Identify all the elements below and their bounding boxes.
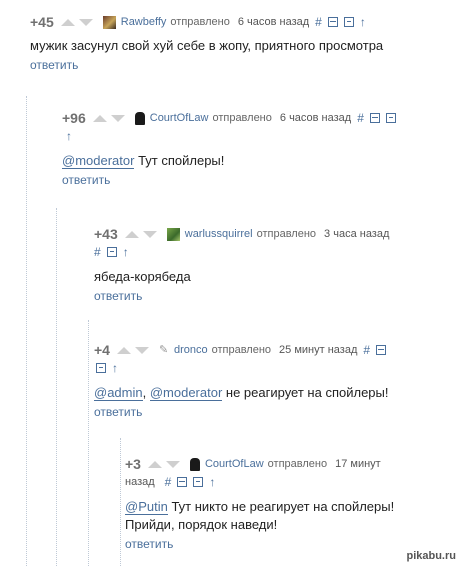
- save-icon[interactable]: [106, 247, 117, 257]
- reply-button[interactable]: ответить: [125, 536, 394, 552]
- parent-arrow-icon[interactable]: ↑: [209, 476, 215, 488]
- sent-label: отправлено: [267, 458, 328, 470]
- save-icon[interactable]: [385, 113, 396, 123]
- collapse-icon[interactable]: [327, 17, 338, 27]
- thread-line: [88, 320, 89, 566]
- reply-button[interactable]: ответить: [94, 404, 388, 420]
- collapse-icon[interactable]: [369, 113, 380, 123]
- timestamp: 17 минут: [335, 458, 381, 470]
- username[interactable]: CourtOfLaw: [150, 112, 209, 124]
- parent-arrow-icon[interactable]: ↑: [112, 362, 118, 374]
- comment-text: Прийди, порядок наведи!: [125, 517, 278, 532]
- parent-arrow-icon[interactable]: ↑: [360, 16, 366, 28]
- permalink-icon[interactable]: #: [357, 112, 364, 124]
- save-icon[interactable]: [343, 17, 354, 27]
- username[interactable]: Rawbeffy: [121, 16, 167, 28]
- comment-rating: +3: [125, 456, 141, 472]
- username[interactable]: dronco: [174, 344, 208, 356]
- comment-text: ябеда-корябеда: [94, 269, 191, 284]
- permalink-icon[interactable]: #: [165, 476, 172, 488]
- parent-arrow-icon[interactable]: ↑: [66, 130, 72, 142]
- comment-header: +4 ✎ dronco отправлено 25 минут назад #: [94, 340, 388, 360]
- username[interactable]: CourtOfLaw: [205, 458, 264, 470]
- parent-arrow-icon[interactable]: ↑: [123, 246, 129, 258]
- collapse-icon[interactable]: [177, 477, 188, 487]
- comment: +96 CourtOfLaw отправлено 6 часов назад …: [62, 108, 396, 188]
- comment-header-wrap: ↑: [62, 128, 396, 144]
- avatar[interactable]: [189, 457, 200, 471]
- save-icon[interactable]: [193, 477, 204, 487]
- timestamp: назад: [125, 476, 155, 488]
- upvote-icon[interactable]: [124, 230, 139, 238]
- comment: +43 warlussquirrel отправлено 3 часа наз…: [94, 224, 389, 304]
- sent-label: отправлено: [256, 228, 317, 240]
- sent-label: отправлено: [211, 344, 272, 356]
- permalink-icon[interactable]: #: [363, 344, 370, 356]
- comment-sep: ,: [142, 385, 150, 400]
- timestamp: 3 часа назад: [324, 228, 390, 240]
- sent-label: отправлено: [170, 16, 230, 28]
- comment-rating: +4: [94, 342, 110, 358]
- comment-header: +3 CourtOfLaw отправлено 17 минут: [125, 454, 394, 474]
- avatar[interactable]: [102, 15, 116, 29]
- pencil-icon[interactable]: ✎: [159, 344, 169, 357]
- thread-line: [120, 438, 121, 566]
- comment-header-wrap: # ↑: [94, 244, 389, 260]
- upvote-icon[interactable]: [147, 460, 162, 468]
- comment-body: Тут никто не реагирует на спойлеры!: [167, 499, 395, 514]
- upvote-icon[interactable]: [92, 114, 107, 122]
- avatar[interactable]: [134, 111, 145, 125]
- comment-header: +96 CourtOfLaw отправлено 6 часов назад …: [62, 108, 396, 128]
- comment-rating: +96: [62, 110, 86, 126]
- reply-button[interactable]: ответить: [62, 172, 396, 188]
- site-watermark: pikabu.ru: [406, 550, 456, 562]
- comment-header-wrap: ↑: [94, 360, 388, 376]
- permalink-icon[interactable]: #: [315, 16, 322, 28]
- downvote-icon[interactable]: [165, 460, 180, 468]
- sent-label: отправлено: [212, 112, 272, 124]
- permalink-icon[interactable]: #: [94, 246, 101, 258]
- comment-text: @Putin Тут никто не реагирует на спойлер…: [125, 498, 394, 516]
- comment-text: @admin, @moderator не реагирует на спойл…: [94, 384, 388, 402]
- downvote-icon[interactable]: [78, 18, 93, 26]
- save-icon[interactable]: [96, 363, 106, 373]
- comment-header: +45 Rawbeffy отправлено 6 часов назад # …: [30, 12, 383, 32]
- username[interactable]: warlussquirrel: [185, 228, 253, 240]
- comment-rating: +43: [94, 226, 118, 242]
- timestamp: 6 часов назад: [237, 16, 310, 28]
- comment-body: не реагирует на спойлеры!: [222, 385, 389, 400]
- comment-body: Тут спойлеры!: [134, 153, 225, 168]
- comment-text: мужик засунул свой хуй себе в жопу, прия…: [30, 38, 384, 53]
- upvote-icon[interactable]: [116, 346, 131, 354]
- comment: +45 Rawbeffy отправлено 6 часов назад # …: [30, 12, 383, 73]
- collapse-icon[interactable]: [376, 345, 387, 355]
- downvote-icon[interactable]: [134, 346, 149, 354]
- downvote-icon[interactable]: [110, 114, 125, 122]
- timestamp: 6 часов назад: [279, 112, 352, 124]
- mention-link[interactable]: @Putin: [125, 499, 168, 515]
- mention-link[interactable]: @moderator: [149, 385, 223, 401]
- comment-rating: +45: [30, 14, 54, 30]
- timestamp: 25 минут назад: [279, 344, 358, 356]
- upvote-icon[interactable]: [60, 18, 75, 26]
- reply-button[interactable]: ответить: [30, 57, 383, 73]
- mention-link[interactable]: @moderator: [62, 153, 135, 169]
- avatar[interactable]: [166, 227, 180, 241]
- mention-link[interactable]: @admin: [94, 385, 143, 401]
- thread-line: [56, 208, 57, 566]
- comment: +4 ✎ dronco отправлено 25 минут назад # …: [94, 340, 388, 420]
- comment-text: @moderator Тут спойлеры!: [62, 152, 396, 170]
- reply-button[interactable]: ответить: [94, 288, 389, 304]
- comment-header-wrap: назад # ↑: [125, 474, 394, 490]
- thread-line: [26, 96, 27, 566]
- downvote-icon[interactable]: [142, 230, 157, 238]
- comment: +3 CourtOfLaw отправлено 17 минут назад …: [125, 454, 394, 552]
- comment-header: +43 warlussquirrel отправлено 3 часа наз…: [94, 224, 389, 244]
